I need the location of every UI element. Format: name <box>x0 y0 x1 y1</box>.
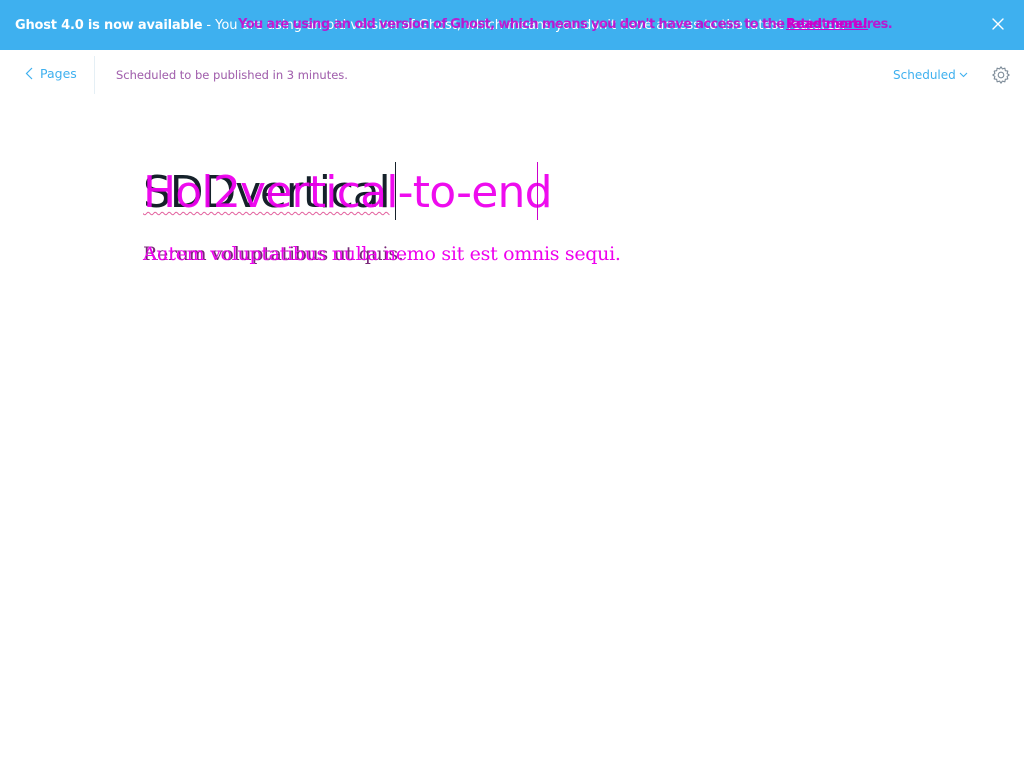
gear-icon[interactable] <box>991 65 1011 85</box>
chevron-left-icon <box>25 67 33 80</box>
publish-menu-label: Scheduled <box>893 68 956 82</box>
close-icon[interactable] <box>990 16 1006 32</box>
back-to-pages-link[interactable]: Pages <box>25 66 77 81</box>
banner-title: Ghost 4.0 is now available <box>15 17 203 33</box>
chevron-down-icon <box>959 72 968 78</box>
upgrade-notification-banner: Ghost 4.0 is now available - You are usi… <box>0 0 1024 50</box>
post-body-text-overlay: Autem voluptatibus nulla nemo sit est om… <box>143 243 621 265</box>
publish-menu-trigger[interactable]: Scheduled <box>893 68 968 82</box>
text-caret <box>395 162 396 220</box>
banner-read-more-link[interactable]: Read more! <box>786 17 868 32</box>
back-label: Pages <box>40 66 77 81</box>
post-title-field[interactable]: SDDvertical Hol2vertical-to-end <box>143 160 883 226</box>
text-caret-overlay <box>537 162 538 220</box>
banner-separator: - <box>206 17 212 33</box>
header-divider <box>94 56 95 94</box>
editor-header: Pages Scheduled to be published in 3 min… <box>0 50 1024 100</box>
publish-status-overlay: Scheduled to be published in 3 minutes. <box>116 68 348 82</box>
post-title-overlay: Hol2vertical-to-end <box>143 167 553 218</box>
